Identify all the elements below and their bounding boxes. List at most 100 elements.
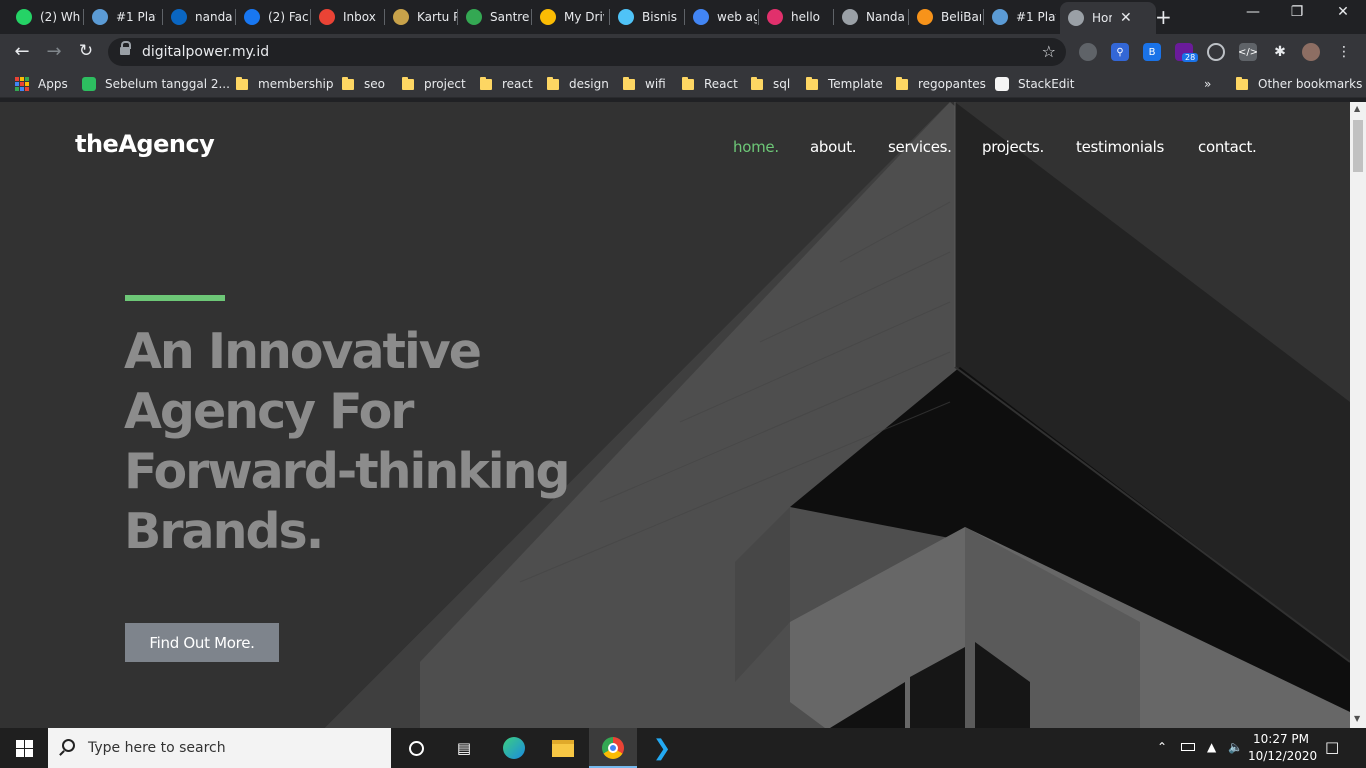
folder-icon [402,76,414,90]
system-clock[interactable]: 10:27 PM 10/12/2020 [1248,731,1318,765]
extension-code-icon[interactable]: </> [1238,43,1258,61]
tab-title: Inbox [343,10,376,24]
new-tab-icon[interactable]: + [1155,5,1172,29]
bookmark-item[interactable]: sql [751,75,790,93]
extension-icon[interactable] [1079,43,1097,61]
bookmark-label: project [424,77,466,91]
google-icon [693,9,709,25]
address-url[interactable]: digitalpower.my.id [142,44,269,60]
extension-translate-icon[interactable]: B [1143,43,1161,61]
instagram-icon [767,9,783,25]
extensions-puzzle-icon[interactable]: ✱ [1271,43,1289,61]
bookmark-label: react [502,77,533,91]
notification-center-icon[interactable]: □ [1325,738,1339,756]
profile-avatar[interactable] [1302,43,1320,61]
browser-tab[interactable]: BeliBarang [909,4,984,30]
bookmark-item[interactable]: react [480,75,533,93]
browser-tab[interactable]: Bisnis [610,4,685,30]
browser-tab[interactable]: #1 Platform [84,4,163,30]
nav-link[interactable]: services. [888,138,952,156]
browser-tab[interactable]: Inbox [311,4,385,30]
reload-icon[interactable]: ↻ [74,41,98,61]
scroll-up-arrow-icon[interactable]: ▲ [1354,104,1360,113]
globe-icon [842,9,858,25]
extension-target-icon[interactable] [1207,43,1225,61]
nav-link[interactable]: testimonials [1076,138,1164,156]
bookmark-item[interactable]: Template [806,75,883,93]
window-close-icon[interactable]: ✕ [1320,4,1366,20]
taskbar-search-box[interactable]: Type here to search [48,728,391,768]
nav-link[interactable]: home. [733,138,779,156]
bookmark-item[interactable]: Sebelum tanggal 2... [82,75,230,93]
site-logo[interactable]: theAgency [75,130,215,158]
garuda-icon [393,9,409,25]
tab-title: (2) Facebook [268,10,308,24]
scrollbar-thumb[interactable] [1353,120,1363,172]
forward-arrow-icon[interactable]: → [42,41,66,62]
tab-title: My Drive [564,10,604,24]
other-bookmarks[interactable]: Other bookmarks [1236,75,1362,93]
battery-icon[interactable] [1181,740,1195,754]
globe-icon [1068,10,1084,26]
linkedin-icon [171,9,187,25]
bookmark-item[interactable]: React [682,75,738,93]
clock-date: 10/12/2020 [1248,749,1318,763]
lock-icon[interactable] [120,41,131,55]
address-bar[interactable]: digitalpower.my.id ☆ [108,38,1066,66]
browser-tab[interactable]: Santren [458,4,532,30]
extension-search-icon[interactable]: ⚲ [1111,43,1129,61]
search-icon [62,739,75,752]
cortana-icon[interactable] [404,736,428,760]
cloud-icon [992,9,1008,25]
browser-tab[interactable]: Kartu Prakerja [385,4,458,30]
chrome-icon[interactable] [601,736,625,760]
vscode-icon[interactable]: ❯ [650,736,674,761]
back-arrow-icon[interactable]: ← [10,41,34,62]
bookmark-item[interactable]: regopantes [896,75,986,93]
browser-tab[interactable]: Nanda [834,4,909,30]
bookmark-label: seo [364,77,385,91]
wifi-icon[interactable]: ▲ [1207,740,1216,754]
bookmark-item[interactable]: seo [342,75,385,93]
edge-browser-icon[interactable] [502,736,526,760]
bookmark-item[interactable]: membership [236,75,334,93]
tab-close-icon[interactable]: ✕ [1120,10,1132,26]
maximize-icon[interactable]: ❐ [1274,4,1320,20]
windows-start-icon[interactable] [16,740,33,757]
apps-grid-icon [15,77,29,91]
page-scrollbar[interactable]: ▲ ▼ [1350,102,1366,728]
bookmark-item[interactable]: wifi [623,75,666,93]
tray-chevron-up-icon[interactable]: ⌃ [1157,740,1167,754]
nav-link[interactable]: contact. [1198,138,1257,156]
nav-link[interactable]: projects. [982,138,1044,156]
browser-tab[interactable]: Home ✕ [1060,2,1156,34]
bookmark-star-icon[interactable]: ☆ [1042,42,1056,61]
task-view-icon[interactable]: ▤ [452,736,476,760]
minimize-icon[interactable]: — [1230,4,1276,20]
find-out-more-button[interactable]: Find Out More. [125,623,279,662]
bookmark-label: design [569,77,609,91]
browser-tab[interactable]: (2) WhatsApp [8,4,84,30]
tab-title: Bisnis [642,10,678,24]
file-explorer-icon[interactable] [551,736,575,760]
browser-tab[interactable]: hello [759,4,834,30]
bookmark-label: StackEdit [1018,77,1075,91]
volume-muted-icon[interactable]: 🔈 [1228,740,1243,754]
browser-tab[interactable]: (2) Facebook [236,4,311,30]
bookmark-item[interactable]: design [547,75,609,93]
bookmark-item[interactable]: StackEdit [995,75,1074,93]
browser-tab[interactable]: nanda [163,4,236,30]
windows-taskbar: Type here to search ▤ ❯ ⌃ ▲ 🔈 10:27 PM 1… [0,728,1366,768]
evernote-icon [82,77,96,91]
bookmark-item[interactable]: project [402,75,466,93]
bookmarks-bar: » Other bookmarks Apps Sebelum tanggal 2.… [0,70,1366,98]
scroll-down-arrow-icon[interactable]: ▼ [1354,714,1360,723]
browser-tab[interactable]: My Drive [532,4,610,30]
menu-kebab-icon[interactable]: ⋮ [1335,43,1353,61]
drive-icon [540,9,556,25]
bookmarks-overflow-button[interactable]: » [1204,75,1211,93]
bookmark-item[interactable]: Apps [15,75,68,93]
browser-tab[interactable]: #1 Platform [984,4,1060,30]
nav-link[interactable]: about. [810,138,857,156]
browser-tab[interactable]: web agency [685,4,759,30]
